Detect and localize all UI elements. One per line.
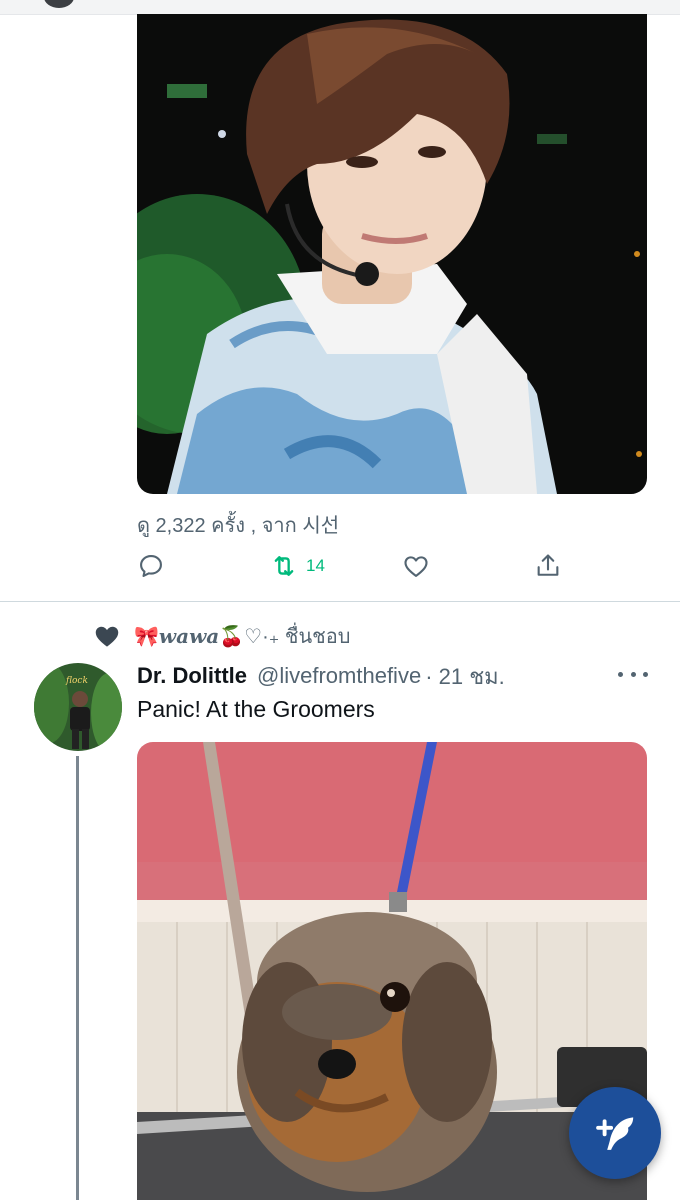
liked-by-text: 🎀wawa🍒♡·₊ ชื่นชอบ: [134, 620, 350, 652]
compose-tweet-button[interactable]: [569, 1087, 661, 1179]
liked-by-row[interactable]: 🎀wawa🍒♡·₊ ชื่นชอบ: [92, 620, 350, 652]
retweet-icon: [274, 556, 294, 576]
thread-line: [76, 756, 79, 1200]
heart-icon: [404, 556, 428, 577]
tweet-header: Dr. Dolittle @livefromthefive · 21 ชม.: [137, 660, 505, 692]
author-handle[interactable]: @livefromthefive: [257, 663, 421, 689]
share-button[interactable]: [534, 548, 562, 584]
share-icon: [537, 554, 559, 576]
dot: [630, 671, 636, 677]
view-count: ดู 2,322 ครั้ง , จาก 시선: [137, 515, 340, 537]
tweet-divider: [0, 601, 680, 602]
compose-feather-icon: [596, 1117, 634, 1150]
tweet-image-performer[interactable]: [137, 14, 647, 494]
tweet-actions: 14: [0, 548, 680, 588]
heart-filled-icon: [95, 626, 119, 647]
dot: [618, 671, 623, 677]
retweet-button[interactable]: 14: [270, 548, 325, 584]
author-name[interactable]: Dr. Dolittle: [137, 663, 247, 689]
author-avatar[interactable]: flock: [34, 663, 122, 751]
reply-icon: [140, 555, 162, 577]
liked-by-suffix: 🍒♡·₊ ชื่นชอบ: [219, 626, 351, 648]
retweet-count: 14: [306, 556, 325, 575]
previous-tweet-avatar[interactable]: [44, 0, 74, 8]
more-options-icon[interactable]: [618, 664, 648, 684]
liked-by-prefix: 🎀: [134, 626, 159, 648]
liked-by-name: wawa: [158, 624, 220, 648]
top-bar: [0, 0, 680, 15]
svg-text:flock: flock: [65, 676, 88, 686]
tweet-text: Panic! At the Groomers: [137, 696, 375, 722]
like-button[interactable]: [402, 548, 430, 584]
reply-button[interactable]: [137, 548, 165, 584]
tweet-timestamp[interactable]: · 21 ชม.: [425, 659, 505, 694]
dot: [643, 671, 648, 677]
